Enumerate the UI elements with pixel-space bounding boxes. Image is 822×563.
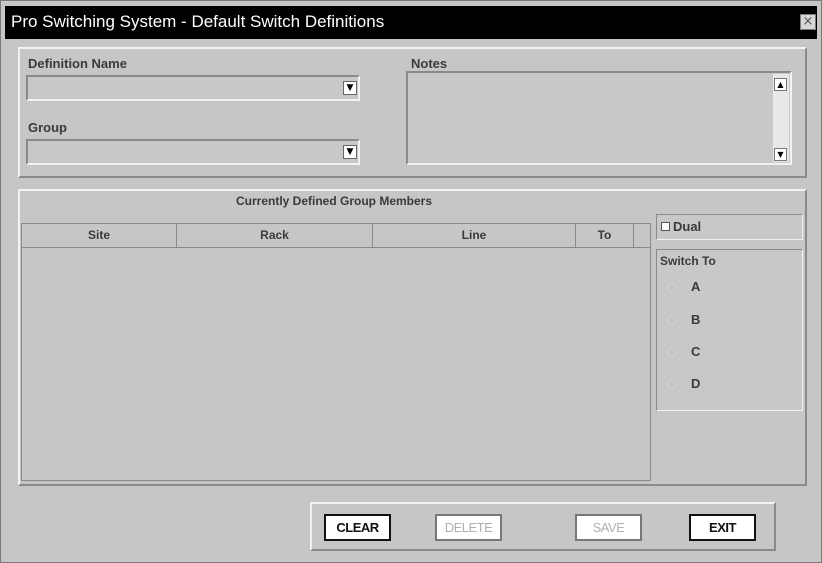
- scroll-down-icon[interactable]: ▼: [774, 148, 787, 161]
- dual-checkbox[interactable]: [661, 222, 670, 231]
- chevron-down-icon[interactable]: ▼: [343, 81, 357, 95]
- main-window: Pro Switching System - Default Switch De…: [0, 0, 822, 563]
- switch-to-group: Switch To A B C D: [656, 249, 803, 411]
- radio-button-icon[interactable]: [667, 348, 676, 357]
- group-label: Group: [28, 120, 67, 135]
- radio-button-icon[interactable]: [667, 316, 676, 325]
- notes-label: Notes: [411, 56, 448, 71]
- radio-label-c: C: [691, 344, 701, 359]
- radio-label-a: A: [691, 279, 701, 294]
- column-header-rack[interactable]: Rack: [177, 224, 373, 247]
- column-header-line[interactable]: Line: [373, 224, 576, 247]
- members-title: Currently Defined Group Members: [235, 194, 433, 208]
- radio-button-icon[interactable]: [667, 283, 676, 292]
- members-table: Site Rack Line To: [21, 223, 651, 481]
- dual-label: Dual: [673, 219, 702, 234]
- dual-checkbox-frame[interactable]: Dual: [656, 214, 803, 240]
- save-button[interactable]: SAVE: [575, 514, 642, 541]
- radio-label-b: B: [691, 312, 701, 327]
- definition-name-dropdown[interactable]: ▼: [26, 75, 360, 101]
- group-dropdown[interactable]: ▼: [26, 139, 360, 165]
- window-title: Pro Switching System - Default Switch De…: [11, 12, 385, 31]
- radio-button-icon[interactable]: [667, 380, 676, 389]
- switch-to-label: Switch To: [660, 254, 716, 268]
- clear-button[interactable]: CLEAR: [324, 514, 391, 541]
- exit-button[interactable]: EXIT: [689, 514, 756, 541]
- table-header: Site Rack Line To: [22, 224, 650, 248]
- scroll-up-icon[interactable]: ▲: [774, 78, 787, 91]
- radio-label-d: D: [691, 376, 701, 391]
- notes-textarea[interactable]: ▲ ▼: [406, 71, 792, 165]
- column-header-site[interactable]: Site: [22, 224, 177, 247]
- title-bar: Pro Switching System - Default Switch De…: [5, 6, 817, 39]
- definition-name-label: Definition Name: [28, 56, 127, 71]
- column-header-to[interactable]: To: [576, 224, 634, 247]
- chevron-down-icon[interactable]: ▼: [343, 145, 357, 159]
- table-body[interactable]: [22, 248, 650, 480]
- notes-scrollbar[interactable]: ▲ ▼: [773, 74, 789, 162]
- close-icon[interactable]: ×: [800, 14, 816, 30]
- delete-button[interactable]: DELETE: [435, 514, 502, 541]
